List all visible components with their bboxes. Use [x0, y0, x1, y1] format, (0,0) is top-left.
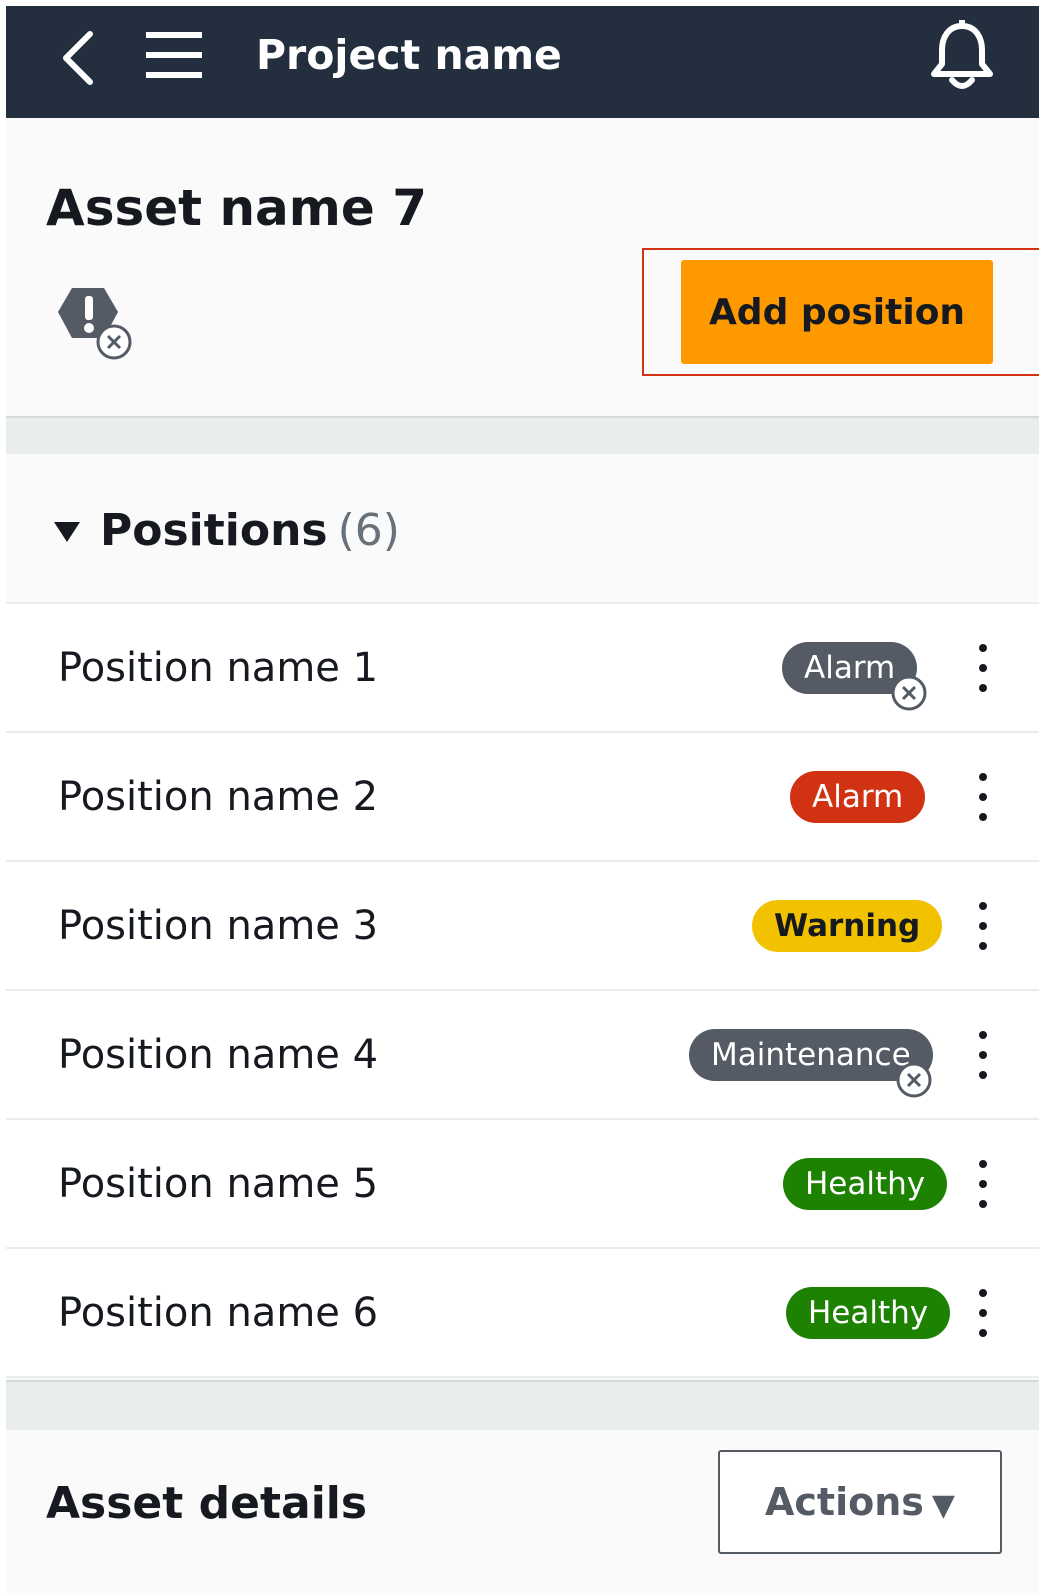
position-name: Position name 6	[58, 1290, 379, 1336]
more-options-icon[interactable]	[968, 1027, 998, 1083]
list-item[interactable]: Position name 4 Maintenance	[6, 991, 1039, 1120]
status-badge: Healthy	[783, 1158, 948, 1210]
top-navigation-bar: Project name	[6, 6, 1039, 118]
positions-title: Positions (6)	[100, 502, 400, 560]
close-circle-icon	[895, 1061, 933, 1099]
position-name: Position name 3	[58, 903, 379, 949]
section-divider	[6, 1380, 1039, 1430]
position-name: Position name 1	[58, 645, 379, 691]
positions-list: Position name 1 Alarm Position name 2 Al…	[6, 604, 1039, 1378]
caret-down-icon[interactable]	[54, 522, 80, 544]
caret-down-icon: ▼	[931, 1488, 955, 1523]
more-options-icon[interactable]	[968, 898, 998, 954]
list-item[interactable]: Position name 3 Warning	[6, 862, 1039, 991]
position-name: Position name 5	[58, 1161, 379, 1207]
asset-title: Asset name 7	[46, 179, 427, 237]
status-badge: Warning	[752, 900, 943, 952]
actions-label: Actions	[765, 1480, 924, 1524]
position-name: Position name 4	[58, 1032, 379, 1078]
positions-section-header: Positions (6)	[6, 454, 1039, 604]
more-options-icon[interactable]	[968, 1285, 998, 1341]
bell-icon[interactable]	[928, 20, 996, 94]
asset-details-section: Asset details Actions ▼	[6, 1430, 1039, 1593]
warning-octagon-with-x-icon	[52, 286, 136, 368]
status-badge: Healthy	[786, 1287, 951, 1339]
section-divider	[6, 418, 1039, 454]
more-options-icon[interactable]	[968, 640, 998, 696]
list-item[interactable]: Position name 5 Healthy	[6, 1120, 1039, 1249]
close-circle-icon	[890, 674, 928, 712]
status-badge: Alarm	[790, 771, 926, 823]
more-options-icon[interactable]	[968, 1156, 998, 1212]
add-position-button[interactable]: Add position	[681, 260, 993, 364]
more-options-icon[interactable]	[968, 769, 998, 825]
project-title: Project name	[256, 31, 562, 79]
hamburger-icon[interactable]	[146, 30, 202, 80]
actions-dropdown-button[interactable]: Actions ▼	[718, 1450, 1002, 1554]
asset-header: Asset name 7 Add position	[6, 118, 1039, 418]
position-name: Position name 2	[58, 774, 379, 820]
positions-count: (6)	[337, 505, 400, 556]
chevron-left-icon[interactable]	[56, 28, 100, 88]
positions-title-label: Positions	[100, 505, 328, 556]
list-item[interactable]: Position name 2 Alarm	[6, 733, 1039, 862]
app-frame: Project name Asset name 7 Add position P…	[6, 6, 1039, 1593]
list-item[interactable]: Position name 6 Healthy	[6, 1249, 1039, 1378]
asset-details-title: Asset details	[46, 1478, 368, 1529]
list-item[interactable]: Position name 1 Alarm	[6, 604, 1039, 733]
